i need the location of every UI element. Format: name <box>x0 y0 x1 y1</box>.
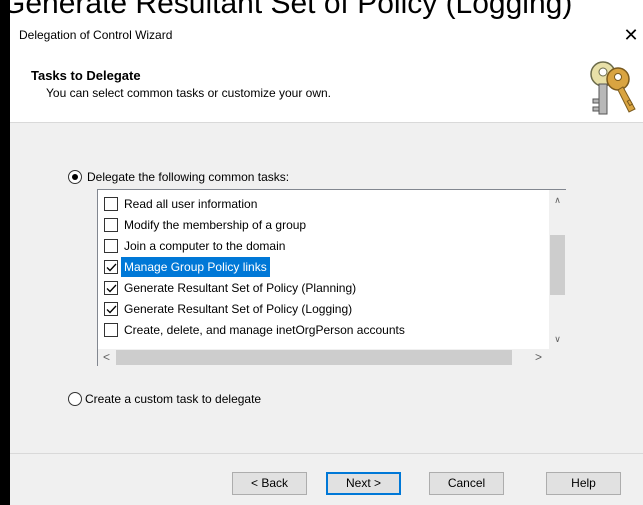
task-label[interactable]: Join a computer to the domain <box>121 236 288 256</box>
background-caption: Generate Resultant Set of Policy (Loggin… <box>2 0 573 20</box>
background-edge <box>0 0 10 505</box>
back-button[interactable]: < Back <box>232 472 307 495</box>
horizontal-scrollbar[interactable]: < > <box>98 349 549 366</box>
task-item[interactable]: Join a computer to the domain <box>98 236 549 256</box>
task-checkbox[interactable] <box>104 302 118 316</box>
scrollbar-corner <box>549 349 566 366</box>
scroll-left-icon[interactable]: < <box>98 349 115 366</box>
wizard-body: Delegate the following common tasks: Rea… <box>10 123 643 453</box>
vertical-scroll-thumb[interactable] <box>550 235 565 295</box>
task-checkbox[interactable] <box>104 260 118 274</box>
checkmark-icon <box>106 284 117 293</box>
window-title: Delegation of Control Wizard <box>19 28 173 42</box>
title-bar: Delegation of Control Wizard ✕ <box>10 21 643 51</box>
task-label[interactable]: Create, delete, and manage inetOrgPerson… <box>121 320 408 340</box>
wizard-window: Delegation of Control Wizard ✕ Tasks to … <box>10 21 643 505</box>
help-button[interactable]: Help <box>546 472 621 495</box>
close-icon[interactable]: ✕ <box>619 21 643 51</box>
scroll-down-icon[interactable]: ∨ <box>549 331 566 348</box>
task-label[interactable]: Generate Resultant Set of Policy (Loggin… <box>121 299 355 319</box>
checkmark-icon <box>106 263 117 272</box>
task-item[interactable]: Generate Resultant Set of Policy (Planni… <box>98 278 549 298</box>
vertical-scrollbar[interactable]: ∧ ∨ <box>549 190 566 350</box>
custom-task-radio[interactable] <box>68 392 82 406</box>
next-button[interactable]: Next > <box>326 472 401 495</box>
task-checkbox[interactable] <box>104 281 118 295</box>
delegate-common-radio[interactable] <box>68 170 82 184</box>
scroll-right-icon[interactable]: > <box>530 349 547 366</box>
task-item[interactable]: Modify the membership of a group <box>98 215 549 235</box>
task-item[interactable]: Generate Resultant Set of Policy (Loggin… <box>98 299 549 319</box>
task-label[interactable]: Manage Group Policy links <box>121 257 270 277</box>
wizard-header: Tasks to Delegate You can select common … <box>10 51 643 123</box>
cancel-button[interactable]: Cancel <box>429 472 504 495</box>
checkmark-icon <box>106 305 117 314</box>
task-checkbox[interactable] <box>104 197 118 211</box>
task-checkbox[interactable] <box>104 323 118 337</box>
tasks-listbox[interactable]: Read all user information Modify the mem… <box>97 189 566 366</box>
page-subtitle: You can select common tasks or customize… <box>46 86 332 100</box>
task-item[interactable]: Create, delete, and manage inetOrgPerson… <box>98 320 549 340</box>
horizontal-scroll-thumb[interactable] <box>116 350 512 365</box>
keys-icon <box>590 61 636 115</box>
wizard-footer: < Back Next > Cancel Help <box>10 453 643 505</box>
task-item[interactable]: Manage Group Policy links <box>98 257 549 277</box>
task-checkbox[interactable] <box>104 218 118 232</box>
custom-task-label[interactable]: Create a custom task to delegate <box>85 392 261 406</box>
task-label[interactable]: Read all user information <box>121 194 260 214</box>
task-label[interactable]: Generate Resultant Set of Policy (Planni… <box>121 278 359 298</box>
scroll-up-icon[interactable]: ∧ <box>549 192 566 209</box>
task-label[interactable]: Modify the membership of a group <box>121 215 309 235</box>
page-title: Tasks to Delegate <box>31 68 141 83</box>
task-item[interactable]: Read all user information <box>98 194 549 214</box>
delegate-common-label[interactable]: Delegate the following common tasks: <box>87 170 289 184</box>
task-checkbox[interactable] <box>104 239 118 253</box>
